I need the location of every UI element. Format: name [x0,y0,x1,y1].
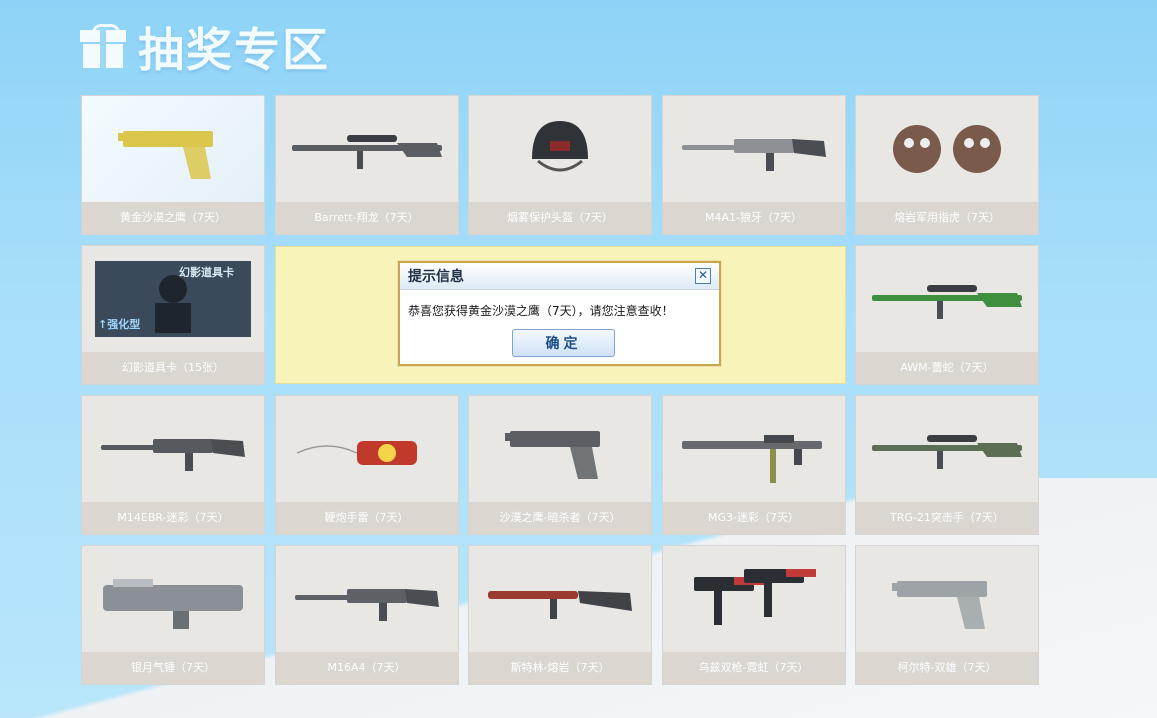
prize-cell[interactable]: AWM-蕾蛇（7天） [855,245,1039,385]
notice-dialog: 提示信息 ✕ 恭喜您获得黄金沙漠之鹰（7天），请您注意查收！ 确定 [398,261,721,366]
prize-cell[interactable]: MG3-迷彩（7天） [661,395,846,535]
prize-image [469,96,651,202]
dialog-message: 恭喜您获得黄金沙漠之鹰（7天），请您注意查收！ [408,304,674,318]
ok-button[interactable]: 确定 [512,329,615,357]
prize-image [856,246,1038,352]
prize-cell[interactable]: 幻影道具卡 ↑强化型 幻影道具卡（15张） [81,245,265,385]
prize-image [276,96,458,202]
prize-image [82,396,264,502]
prize-label: TRG-21突击手（7天） [856,502,1038,534]
page-title: 抽奖专区 [138,23,330,77]
prize-image [469,396,651,502]
prize-cell[interactable]: 斯特林-熔岩（7天） [468,545,652,685]
prize-label: M4A1-狼牙（7天） [662,202,845,234]
prize-image [663,96,845,202]
prize-label: 烟雾保护头盔（7天） [469,202,651,234]
prize-label: M16A4（7天） [275,652,458,684]
prize-image [856,96,1038,202]
prize-image [276,396,458,502]
prize-label: 乌兹双枪-霓虹（7天） [662,652,845,684]
prize-cell[interactable]: TRG-21突击手（7天） [855,395,1039,535]
prize-image [82,96,264,202]
prize-cell[interactable]: 烟雾保护头盔（7天） [468,95,652,235]
prize-cell[interactable]: 黄金沙漠之鹰（7天） [81,95,265,235]
prize-label: 熔岩军用指虎（7天） [856,202,1038,234]
prize-image [276,546,458,652]
prize-image [663,546,845,652]
prize-label: 幻影道具卡（15张） [82,352,264,384]
prize-cell[interactable]: 柯尔特-双雄（7天） [855,545,1039,685]
prize-cell[interactable]: 银月气锤（7天） [81,545,265,685]
dialog-title: 提示信息 [408,269,464,285]
prize-image [856,396,1038,502]
dialog-titlebar: 提示信息 ✕ [400,263,719,290]
prize-cell[interactable]: 乌兹双枪-霓虹（7天） [661,545,846,685]
prize-label: 柯尔特-双雄（7天） [856,652,1038,684]
prize-label: AWM-蕾蛇（7天） [856,352,1038,384]
prize-label: Barrett-翔龙（7天） [275,202,458,234]
prize-image [469,546,651,652]
prize-cell[interactable]: 沙漠之鹰-暗杀者（7天） [468,395,652,535]
prize-cell[interactable]: Barrett-翔龙（7天） [274,95,459,235]
prize-label: 鞭炮手雷（7天） [275,502,458,534]
prize-label: 沙漠之鹰-暗杀者（7天） [469,502,651,534]
prize-cell[interactable]: 熔岩军用指虎（7天） [855,95,1039,235]
prize-cell[interactable]: M4A1-狼牙（7天） [661,95,846,235]
prize-cell[interactable]: M14EBR-迷彩（7天） [81,395,265,535]
prize-label: 银月气锤（7天） [82,652,264,684]
page-header: 抽奖专区 [78,18,330,77]
prize-image: 幻影道具卡 ↑强化型 [82,246,264,352]
prize-label: 黄金沙漠之鹰（7天） [82,202,264,234]
prize-cell[interactable]: M16A4（7天） [274,545,459,685]
prize-image [856,546,1038,652]
close-icon[interactable]: ✕ [695,268,711,284]
prize-label: 斯特林-熔岩（7天） [469,652,651,684]
prize-label: MG3-迷彩（7天） [662,502,845,534]
gift-icon [78,24,128,70]
prize-cell[interactable]: 鞭炮手雷（7天） [274,395,459,535]
prize-label: M14EBR-迷彩（7天） [82,502,264,534]
prize-grid: 黄金沙漠之鹰（7天） Barrett-翔龙（7天） 烟雾保护头盔（7天） M4A1-狼… [81,95,1039,687]
prize-image [82,546,264,652]
prize-image [663,396,845,502]
